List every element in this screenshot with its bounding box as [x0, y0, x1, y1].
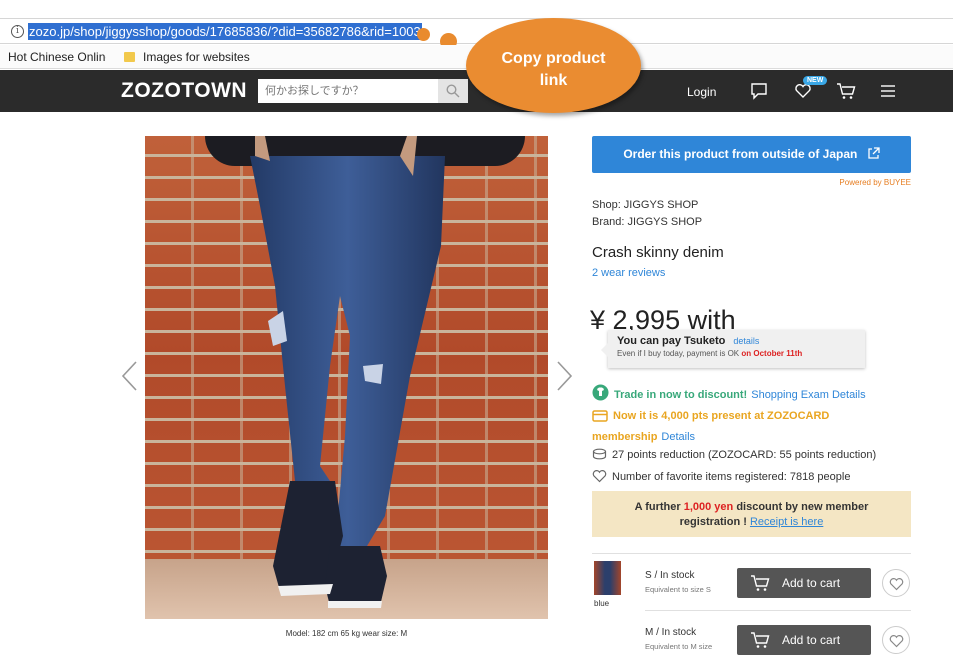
card-icon: [592, 410, 608, 422]
menu-icon[interactable]: [880, 84, 896, 98]
receipt-link[interactable]: Receipt is here: [750, 516, 823, 528]
tooltip-sub-text: Even if I buy today, payment is OK: [617, 349, 740, 358]
color-thumbnail[interactable]: [594, 561, 621, 595]
powered-by-buyee[interactable]: Powered by BUYEE: [780, 178, 911, 187]
brand-name[interactable]: Brand: JIGGYS SHOP: [592, 216, 702, 228]
copy-link-callout: Copy product link: [466, 18, 641, 113]
external-link-icon: [868, 147, 880, 159]
tooltip-date: on October 11th: [741, 349, 803, 358]
heart-icon: [889, 578, 904, 591]
search-button[interactable]: [438, 79, 468, 103]
address-bar[interactable]: i zozo.jp/shop/jiggysshop/goods/17685836…: [0, 18, 953, 44]
favorites-text: Number of favorite items registered: 781…: [612, 471, 851, 483]
add-to-cart-label: Add to cart: [782, 576, 841, 590]
color-label: blue: [594, 599, 610, 608]
search-icon: [446, 84, 460, 98]
divider-2: [645, 610, 911, 611]
favorite-s-button[interactable]: [882, 569, 910, 597]
tooltip-title-text: You can pay Tsuketo: [617, 335, 726, 347]
promo-line-2: registration ! Receipt is here: [592, 515, 911, 530]
heart-icon: [889, 635, 904, 648]
promo-amount: 1,000 yen: [683, 501, 734, 513]
tooltip-title: You can pay Tsuketo details: [617, 335, 865, 347]
info-icon[interactable]: i: [11, 25, 24, 38]
zozocard-details-link[interactable]: Details: [661, 431, 695, 443]
points-row: 27 points reduction (ZOZOCARD: 55 points…: [592, 448, 876, 461]
search-input[interactable]: [258, 79, 438, 103]
shopping-exam-details-link[interactable]: Shopping Exam Details: [751, 389, 865, 401]
jeans-figure: [250, 136, 445, 608]
bookmark-images-for-websites[interactable]: Images for websites: [143, 50, 250, 64]
cursor-dot-1: [417, 28, 430, 41]
trade-shirt-icon: [592, 384, 609, 401]
trade-in-text: Trade in now to discount!: [614, 389, 748, 401]
wear-reviews-link[interactable]: 2 wear reviews: [592, 267, 665, 279]
size-m-equivalent: Equivalent to M size: [645, 642, 713, 651]
new-member-promo: A further 1,000 yen discount by new memb…: [592, 491, 911, 537]
callout-line-1: Copy product: [501, 50, 606, 67]
favorites-row: Number of favorite items registered: 781…: [592, 469, 850, 483]
image-caption: Model: 182 cm 65 kg wear size: M: [285, 629, 408, 638]
size-s-label: S / In stock: [645, 570, 695, 581]
trade-in-row: Trade in now to discount! Shopping Exam D…: [592, 384, 866, 401]
divider-1: [592, 553, 911, 554]
size-m-label: M / In stock: [645, 627, 697, 638]
order-from-outside-japan-button[interactable]: Order this product from outside of Japan: [592, 136, 911, 173]
tooltip-details-link[interactable]: details: [733, 336, 759, 346]
page: i zozo.jp/shop/jiggysshop/goods/17685836…: [0, 0, 953, 658]
new-badge: NEW: [803, 76, 828, 85]
promo-text-2: discount by new member: [733, 501, 869, 513]
tsuketo-tooltip: You can pay Tsuketo details Even if I buy…: [601, 330, 865, 368]
url-text[interactable]: zozo.jp/shop/jiggysshop/goods/17685836/?…: [28, 23, 422, 40]
cart-icon: [751, 632, 770, 648]
cart-icon: [751, 575, 770, 591]
next-arrow-icon[interactable]: [556, 360, 574, 392]
tooltip-subtext: Even if I buy today, payment is OK on Oc…: [617, 349, 865, 358]
prev-arrow-icon[interactable]: [120, 360, 138, 392]
shop-name[interactable]: Shop: JIGGYS SHOP: [592, 199, 698, 211]
size-s-equivalent: Equivalent to size S: [645, 585, 711, 594]
points-text: 27 points reduction (ZOZOCARD: 55 points…: [612, 449, 877, 461]
product-image[interactable]: [145, 136, 548, 619]
callout-line-2: link: [539, 72, 568, 89]
product-title: Crash skinny denim: [592, 244, 724, 261]
coins-icon: [592, 448, 607, 460]
promo-text-3: registration !: [679, 516, 750, 528]
zozocard-row: Now it is 4,000 pts present at ZOZOCARD …: [592, 406, 912, 448]
add-to-cart-s-button[interactable]: Add to cart: [737, 568, 871, 598]
promo-text-1: A further: [634, 501, 684, 513]
site-logo[interactable]: ZOZOTOWN: [121, 79, 247, 103]
add-to-cart-label: Add to cart: [782, 633, 841, 647]
chat-icon[interactable]: [750, 82, 768, 100]
cart-icon[interactable]: [836, 82, 856, 100]
bookmark-hot-chinese[interactable]: Hot Chinese Online S: [8, 50, 106, 64]
promo-line-1: A further 1,000 yen discount by new memb…: [592, 500, 911, 515]
zozocard-text: Now it is 4,000 pts present at ZOZOCARD …: [592, 410, 830, 443]
favorite-m-button[interactable]: [882, 626, 910, 654]
login-link[interactable]: Login: [687, 85, 716, 99]
order-button-label: Order this product from outside of Japan: [623, 147, 858, 161]
add-to-cart-m-button[interactable]: Add to cart: [737, 625, 871, 655]
heart-outline-icon: [592, 470, 607, 483]
folder-icon: [124, 52, 135, 62]
